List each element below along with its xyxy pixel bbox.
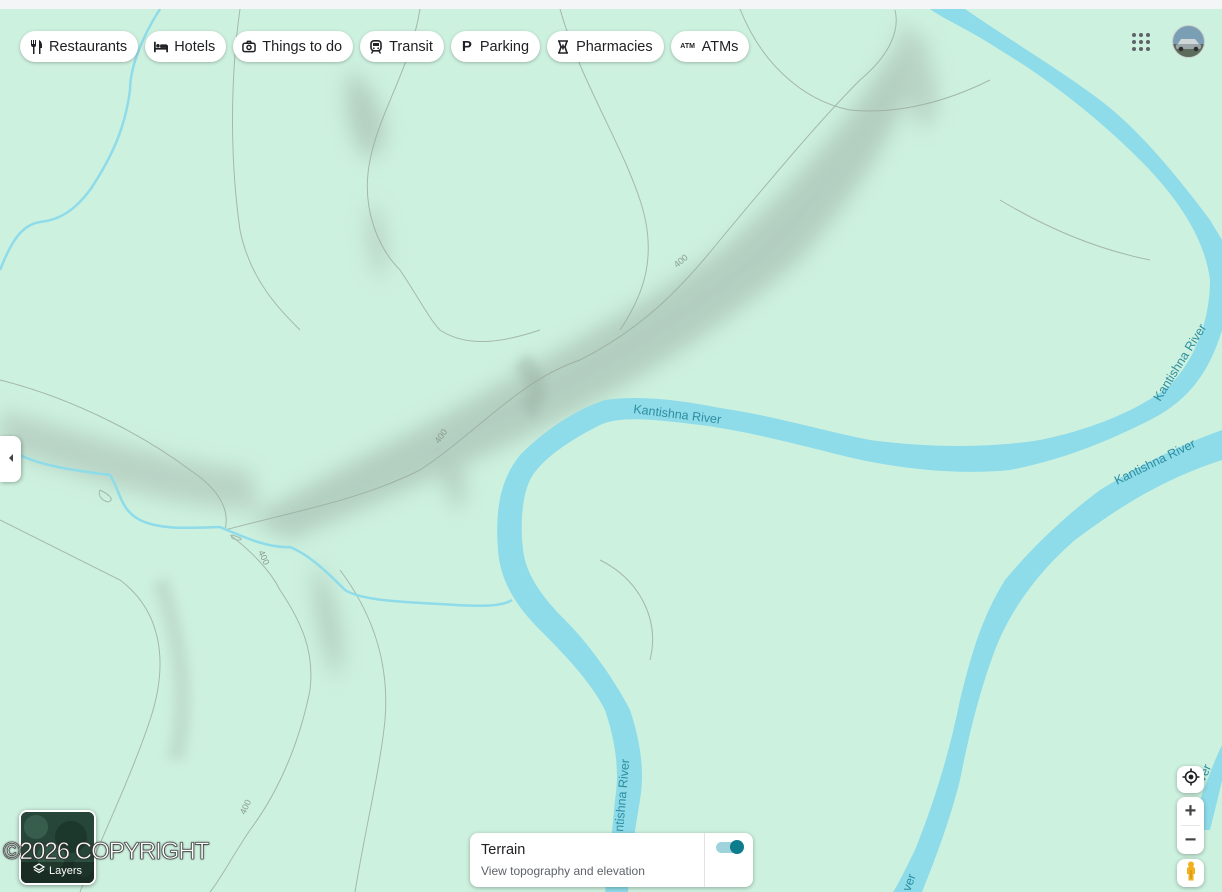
- avatar[interactable]: [1173, 26, 1204, 57]
- chip-label: Restaurants: [49, 38, 128, 55]
- toggle-knob: [730, 840, 744, 854]
- chip-label: Transit: [389, 38, 433, 55]
- chip-label: Pharmacies: [576, 38, 653, 55]
- layers-label: Layers: [48, 864, 83, 877]
- chip-atms[interactable]: ATM ATMs: [670, 31, 750, 62]
- zoom-in-button[interactable]: +: [1177, 797, 1204, 825]
- terrain-title: Terrain: [481, 842, 526, 858]
- chip-label: ATMs: [701, 38, 739, 55]
- chip-label: Parking: [479, 38, 530, 55]
- chip-transit[interactable]: Transit: [360, 31, 444, 62]
- map-canvas[interactable]: Kantishna River Kantishna River Kantishn…: [0, 9, 1222, 892]
- collapse-side-panel-button[interactable]: [0, 436, 21, 482]
- chip-parking[interactable]: P Parking: [450, 31, 541, 62]
- pegman-icon: [1185, 861, 1197, 886]
- train-icon: [369, 39, 383, 54]
- chip-hotels[interactable]: Hotels: [145, 31, 227, 62]
- atm-icon: ATM: [680, 43, 695, 50]
- terrain-card: Terrain View topography and elevation: [470, 833, 753, 887]
- terrain-subtitle: View topography and elevation: [481, 864, 645, 878]
- zoom-out-button[interactable]: −: [1177, 826, 1204, 854]
- pharmacy-icon: [556, 39, 570, 54]
- map-svg: Kantishna River Kantishna River Kantishn…: [0, 9, 1222, 892]
- fork-knife-icon: [29, 39, 43, 54]
- my-location-icon: [1182, 768, 1200, 791]
- terrain-toggle-area: [704, 833, 753, 887]
- bed-icon: [154, 40, 169, 54]
- chip-pharmacies[interactable]: Pharmacies: [547, 31, 664, 62]
- parking-icon: P: [461, 38, 472, 55]
- category-chips: Restaurants Hotels Things to do Transit …: [20, 31, 750, 62]
- zoom-controls: + −: [1177, 797, 1204, 854]
- chip-label: Hotels: [174, 38, 216, 55]
- copyright-watermark: ©2026 COPYRIGHT: [3, 838, 210, 866]
- chip-restaurants[interactable]: Restaurants: [20, 31, 139, 62]
- chevron-left-icon: [7, 450, 15, 468]
- chip-things-to-do[interactable]: Things to do: [233, 31, 354, 62]
- apps-grid-icon[interactable]: [1129, 30, 1153, 54]
- camera-icon: [242, 40, 257, 54]
- chip-label: Things to do: [262, 38, 343, 55]
- terrain-toggle[interactable]: [716, 840, 744, 854]
- my-location-button[interactable]: [1177, 766, 1204, 793]
- street-view-button[interactable]: [1177, 859, 1204, 887]
